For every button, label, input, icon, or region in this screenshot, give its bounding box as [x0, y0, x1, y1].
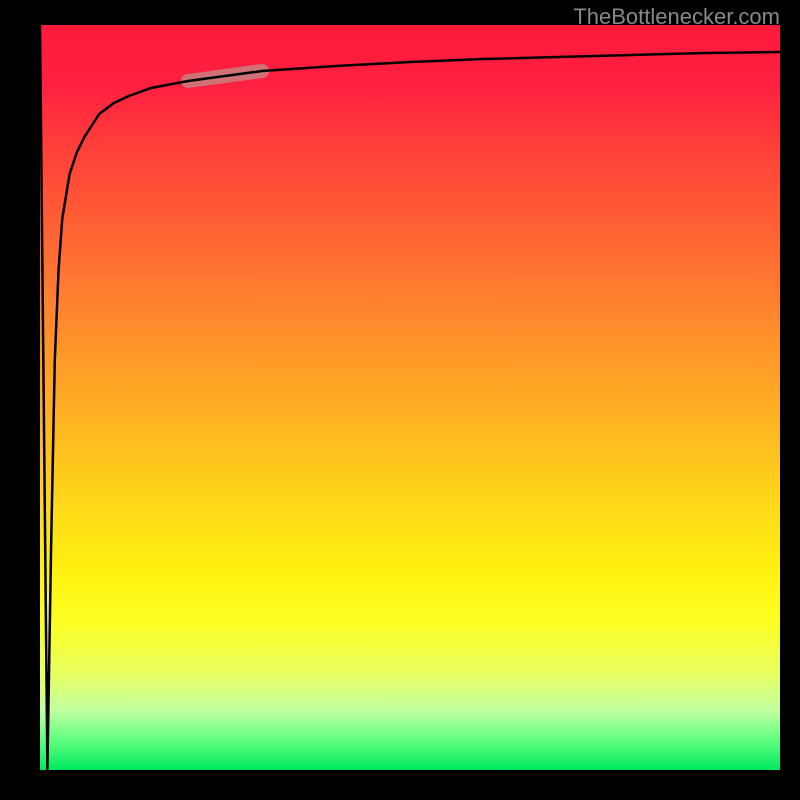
- chart-container: TheBottlenecker.com: [0, 0, 800, 800]
- bottleneck-curve: [40, 25, 780, 770]
- watermark-text: TheBottlenecker.com: [573, 4, 780, 30]
- chart-svg: [40, 25, 780, 770]
